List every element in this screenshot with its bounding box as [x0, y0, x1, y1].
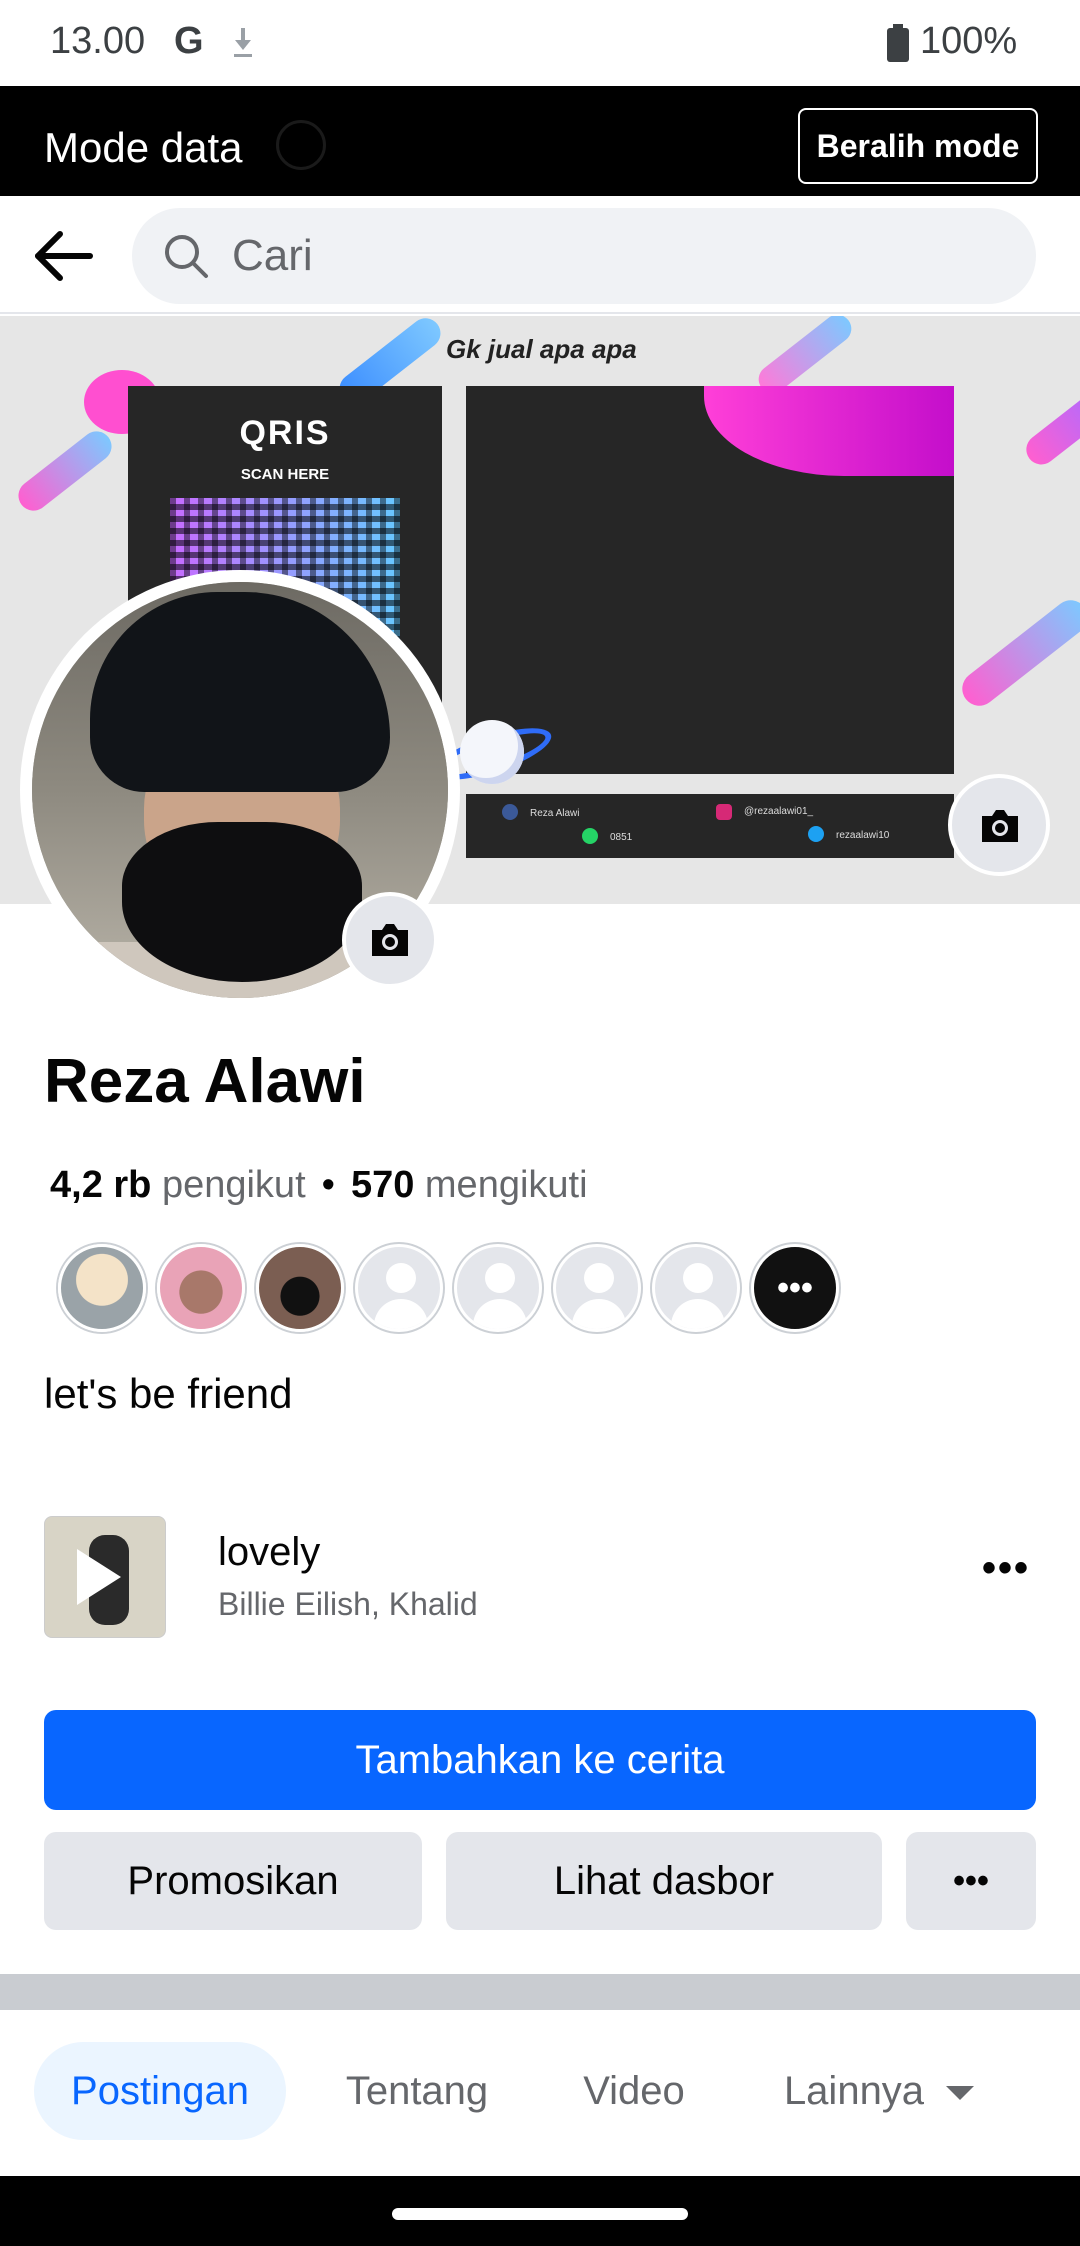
following-count[interactable]: 570 — [351, 1164, 414, 1206]
strip-twitter: rezaalawi10 — [836, 830, 890, 841]
section-divider — [0, 1974, 1080, 2010]
google-icon: G — [174, 20, 204, 62]
search-input[interactable]: Cari — [232, 208, 313, 304]
status-time: 13.00 — [50, 20, 146, 62]
instagram-icon — [716, 804, 732, 820]
edit-cover-button[interactable] — [948, 774, 1050, 876]
friend-avatar-placeholder[interactable] — [355, 1244, 443, 1332]
tab-more-label: Lainnya — [783, 2069, 925, 2113]
home-gesture-bar[interactable] — [392, 2208, 688, 2220]
system-nav-bar — [0, 2176, 1080, 2246]
friend-avatar-placeholder[interactable] — [454, 1244, 542, 1332]
profile-name: Reza Alawi — [44, 1047, 366, 1116]
download-icon — [234, 28, 252, 57]
more-dots-icon: ••• — [777, 1269, 813, 1307]
song-title: lovely — [218, 1530, 321, 1574]
twitter-icon — [808, 826, 824, 842]
view-dashboard-button[interactable]: Lihat dasbor — [446, 1832, 882, 1930]
music-more-button[interactable]: ••• — [976, 1548, 1036, 1598]
followers-count[interactable]: 4,2 rb — [50, 1164, 151, 1206]
promote-button[interactable]: Promosikan — [44, 1832, 422, 1930]
more-friends-button[interactable]: ••• — [751, 1244, 839, 1332]
info-icon[interactable] — [276, 120, 326, 170]
search-icon — [165, 235, 208, 278]
facebook-icon — [502, 804, 518, 820]
play-icon — [77, 1549, 121, 1605]
cover-caption: Gk jual apa apa — [446, 334, 637, 364]
profile-tabs: Postingan Tentang Video Lainnya — [0, 2010, 1080, 2170]
data-mode-title: Mode data — [44, 124, 243, 171]
camera-icon — [982, 810, 1018, 842]
whatsapp-icon — [582, 828, 598, 844]
friend-avatar[interactable] — [157, 1244, 245, 1332]
tab-posts[interactable]: Postingan — [34, 2042, 286, 2140]
friend-avatar[interactable] — [58, 1244, 146, 1332]
tab-about[interactable]: Tentang — [310, 2042, 524, 2140]
strip-whatsapp: 0851 — [610, 832, 633, 843]
search-box[interactable]: Cari — [132, 208, 1036, 304]
dropdown-caret-icon — [946, 2086, 975, 2101]
decor-stripe — [12, 425, 118, 517]
battery-percent: 100% — [920, 20, 1018, 62]
qris-scan-label: SCAN HERE — [240, 466, 330, 483]
stats-separator: • — [321, 1164, 335, 1206]
friend-avatar-placeholder[interactable] — [553, 1244, 641, 1332]
pink-wave — [704, 386, 954, 476]
following-label[interactable]: mengikuti — [425, 1164, 588, 1206]
contact-strip: Reza Alawi @rezaalawi01_ 0851 rezaalawi1… — [466, 794, 954, 858]
more-actions-button[interactable]: ••• — [906, 1832, 1036, 1930]
strip-facebook: Reza Alawi — [530, 808, 580, 819]
dark-panel — [466, 386, 954, 774]
battery-icon — [887, 24, 909, 62]
profile-bio: let's be friend — [44, 1370, 293, 1417]
search-header: Cari — [0, 196, 1080, 314]
status-bar: 13.00 G 100% — [0, 0, 1080, 86]
album-art[interactable] — [44, 1516, 166, 1638]
planet-decor — [460, 720, 524, 784]
followers-label[interactable]: pengikut — [162, 1164, 306, 1206]
tab-more[interactable]: Lainnya — [744, 2042, 1014, 2140]
friend-avatar[interactable] — [256, 1244, 344, 1332]
strip-instagram: @rezaalawi01_ — [744, 806, 814, 817]
profile-music[interactable]: lovely Billie Eilish, Khalid ••• — [44, 1516, 1044, 1640]
camera-icon — [372, 924, 408, 956]
qris-logo: QRIS — [239, 414, 331, 452]
add-to-story-button[interactable]: Tambahkan ke cerita — [44, 1710, 1036, 1810]
decor-stripe — [1020, 391, 1080, 471]
follow-stats: 4,2 rb pengikut • 570 mengikuti — [50, 1164, 588, 1207]
tab-videos[interactable]: Video — [548, 2042, 720, 2140]
edit-profile-picture-button[interactable] — [342, 892, 438, 988]
back-arrow-icon[interactable] — [30, 226, 96, 286]
switch-mode-button[interactable]: Beralih mode — [798, 108, 1038, 184]
decor-stripe — [955, 593, 1080, 713]
friend-avatar-placeholder[interactable] — [652, 1244, 740, 1332]
song-artist: Billie Eilish, Khalid — [218, 1586, 478, 1622]
